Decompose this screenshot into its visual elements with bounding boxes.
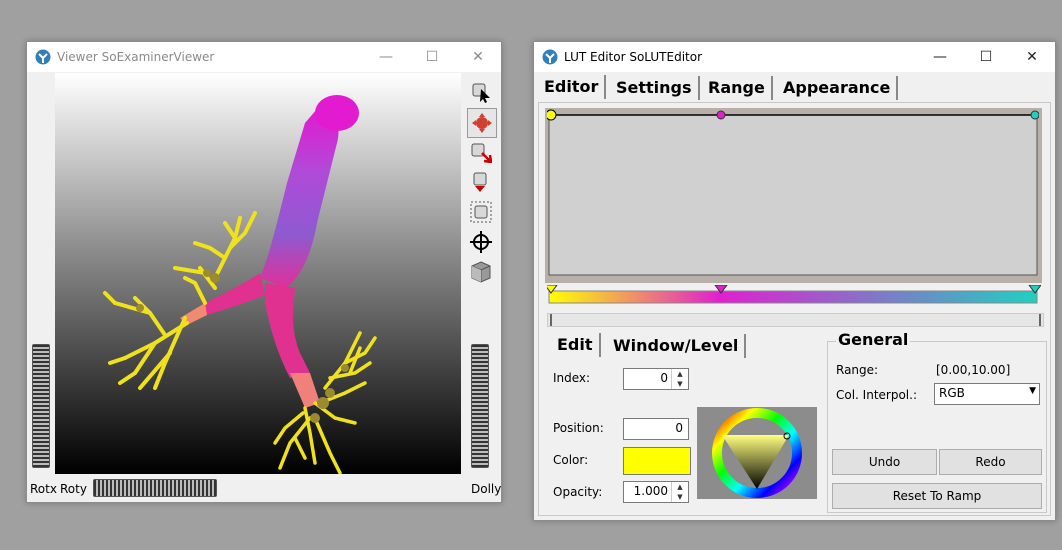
dolly-label: Dolly [471, 482, 502, 496]
pick-mode-button[interactable] [467, 78, 495, 106]
undo-button[interactable]: Undo [832, 449, 937, 475]
viewer-title: Viewer SoExaminerViewer [57, 50, 215, 64]
control-point[interactable] [1030, 110, 1039, 120]
tab-editor[interactable]: Editor [538, 75, 607, 99]
lut-titlebar[interactable]: LUT Editor SoLUTEditor — ☐ ✕ [534, 42, 1055, 72]
spin-arrows-icon[interactable]: ▲ ▼ [671, 482, 688, 502]
interp-dropdown[interactable]: RGB ▼ [934, 383, 1040, 405]
opacity-value: 1.000 [633, 484, 668, 498]
rotx-wheel[interactable] [32, 344, 50, 468]
viewer-titlebar[interactable]: Viewer SoExaminerViewer — ☐ ✕ [27, 42, 501, 72]
general-title: General [836, 330, 911, 349]
horizontal-scrollbar[interactable] [547, 313, 1044, 327]
position-label: Position: [553, 421, 604, 435]
chevron-down-icon: ▼ [1029, 386, 1036, 396]
roty-label: Roty [60, 482, 87, 496]
control-point[interactable] [547, 109, 557, 121]
projection-button[interactable] [467, 258, 495, 286]
set-home-button[interactable] [467, 228, 495, 256]
seek-button[interactable] [467, 138, 495, 166]
maximize-button[interactable]: ☐ [409, 42, 455, 72]
redo-button[interactable]: Redo [939, 449, 1042, 475]
color-ramp-bar[interactable] [547, 285, 1041, 307]
alpha-curve-canvas[interactable] [547, 109, 1039, 277]
app-logo-icon [542, 49, 558, 65]
seek-icon [471, 143, 492, 163]
minimize-button[interactable]: — [363, 42, 409, 72]
projection-cube-icon [471, 261, 491, 283]
rotx-label: Rotx [30, 482, 57, 496]
viewer-window: Viewer SoExaminerViewer — ☐ ✕ Rotx Roty … [26, 41, 502, 503]
range-value: [0.00,10.00] [936, 363, 1011, 377]
tab-range[interactable]: Range [702, 76, 773, 100]
3d-viewport[interactable] [55, 73, 461, 474]
index-spinbox[interactable]: 0 ▲ ▼ [623, 368, 689, 390]
position-field[interactable]: 0 [623, 418, 689, 440]
control-point[interactable] [716, 110, 726, 120]
opacity-label: Opacity: [553, 485, 603, 499]
tab-settings[interactable]: Settings [610, 76, 700, 100]
color-swatch-button[interactable] [623, 447, 691, 475]
color-wheel[interactable] [697, 407, 817, 499]
index-label: Index: [553, 371, 591, 385]
set-home-icon [470, 231, 492, 253]
tab-appearance[interactable]: Appearance [777, 76, 899, 100]
interp-label: Col. Interpol.: [836, 388, 917, 402]
index-value: 0 [660, 371, 668, 385]
bronchial-tree-render [103, 95, 377, 474]
view-mode-button[interactable] [467, 108, 497, 138]
roty-wheel[interactable] [93, 479, 217, 497]
lut-title: LUT Editor SoLUTEditor [564, 50, 703, 64]
dolly-wheel[interactable] [471, 344, 489, 468]
interp-value: RGB [939, 386, 965, 400]
opacity-spinbox[interactable]: 1.000 ▲ ▼ [623, 481, 689, 503]
pick-arrow-icon [472, 83, 490, 103]
spin-arrows-icon[interactable]: ▲ ▼ [671, 369, 688, 389]
lut-editor-window: LUT Editor SoLUTEditor — ☐ ✕ Editor Sett… [533, 41, 1056, 521]
minimize-button[interactable]: — [917, 42, 963, 72]
maximize-button[interactable]: ☐ [963, 42, 1009, 72]
tab-window-level[interactable]: Window/Level [607, 334, 747, 358]
home-icon [473, 172, 487, 192]
close-button[interactable]: ✕ [1009, 42, 1055, 72]
reset-to-ramp-button[interactable]: Reset To Ramp [832, 483, 1042, 509]
color-label: Color: [553, 453, 589, 467]
app-logo-icon [35, 49, 51, 65]
view-all-icon [470, 201, 492, 223]
general-group: General Range: [0.00,10.00] Col. Interpo… [827, 330, 1047, 513]
close-button[interactable]: ✕ [455, 42, 501, 72]
position-value: 0 [675, 421, 683, 435]
editor-panel: Edit Window/Level Index: 0 ▲ ▼ Position: … [538, 102, 1051, 516]
rotate-hand-icon [472, 113, 492, 133]
home-button[interactable] [467, 168, 495, 196]
edit-subpanel: Index: 0 ▲ ▼ Position: 0 Color: Opacity: … [545, 359, 823, 509]
view-all-button[interactable] [467, 198, 495, 226]
range-label: Range: [836, 363, 879, 377]
tab-edit[interactable]: Edit [551, 333, 601, 357]
